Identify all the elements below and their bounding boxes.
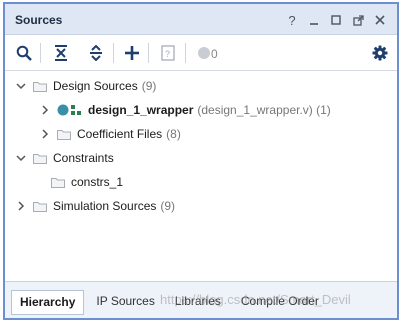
tree-row-constrs-1[interactable]: constrs_1 (5, 170, 397, 194)
tree-count: (8) (166, 127, 181, 141)
toolbar-divider (40, 43, 41, 63)
tab-hierarchy[interactable]: Hierarchy (11, 290, 85, 315)
chevron-right-icon[interactable] (39, 104, 51, 116)
chevron-down-icon[interactable] (15, 80, 27, 92)
add-icon[interactable] (121, 42, 143, 64)
tree-label: Constraints (53, 151, 114, 165)
collapse-all-icon[interactable] (50, 42, 72, 64)
tree-row-constraints[interactable]: Constraints (5, 146, 397, 170)
close-icon[interactable] (371, 11, 389, 29)
tree-row-design-1-wrapper[interactable]: design_1_wrapper (design_1_wrapper.v) (1… (5, 98, 397, 122)
minimize-icon[interactable] (305, 11, 323, 29)
float-icon[interactable] (349, 11, 367, 29)
tree-count: (9) (160, 199, 176, 213)
chevron-right-icon[interactable] (15, 200, 27, 212)
status-count: 0 (211, 47, 218, 61)
chevron-right-icon[interactable] (39, 128, 51, 140)
tree-row-coefficient-files[interactable]: Coefficient Files (8) (5, 122, 397, 146)
window-controls: ? (283, 11, 389, 29)
tree-label: Coefficient Files (77, 127, 163, 141)
tree-label: design_1_wrapper (88, 103, 194, 117)
chevron-down-icon[interactable] (15, 152, 27, 164)
toolbar-divider (185, 43, 186, 63)
tab-ip-sources[interactable]: IP Sources (88, 290, 162, 315)
tree-count: (9) (141, 79, 157, 93)
gear-icon[interactable] (369, 42, 391, 64)
folder-icon (51, 177, 65, 188)
source-tree: Design Sources (9) design_1_wrapper (des… (5, 72, 397, 282)
tree-label: Design Sources (53, 79, 138, 93)
folder-icon (57, 129, 71, 140)
tree-detail: (design_1_wrapper.v) (1) (197, 103, 331, 117)
tree-label: constrs_1 (71, 175, 124, 189)
top-module-icon (57, 104, 81, 116)
toolbar-divider (113, 43, 114, 63)
tree-row-simulation-sources[interactable]: Simulation Sources (9) (5, 194, 397, 218)
sources-panel: Sources ? ? 0 Design Sources (9) design_… (3, 2, 399, 320)
properties-icon[interactable]: ? (157, 42, 179, 64)
search-icon[interactable] (13, 42, 35, 64)
folder-icon (33, 153, 47, 164)
folder-icon (33, 201, 47, 212)
maximize-icon[interactable] (327, 11, 345, 29)
folder-icon (33, 81, 47, 92)
watermark: https://blog.csdn.net/Smart_Devil (160, 292, 351, 307)
toolbar: ? 0 (5, 35, 397, 71)
toolbar-divider (148, 43, 149, 63)
svg-text:?: ? (165, 49, 170, 59)
tree-row-design-sources[interactable]: Design Sources (9) (5, 74, 397, 98)
expand-all-icon[interactable] (85, 42, 107, 64)
panel-title: Sources (15, 13, 63, 27)
tree-label: Simulation Sources (53, 199, 157, 213)
help-icon[interactable]: ? (283, 11, 301, 29)
title-bar: Sources ? (5, 4, 397, 35)
